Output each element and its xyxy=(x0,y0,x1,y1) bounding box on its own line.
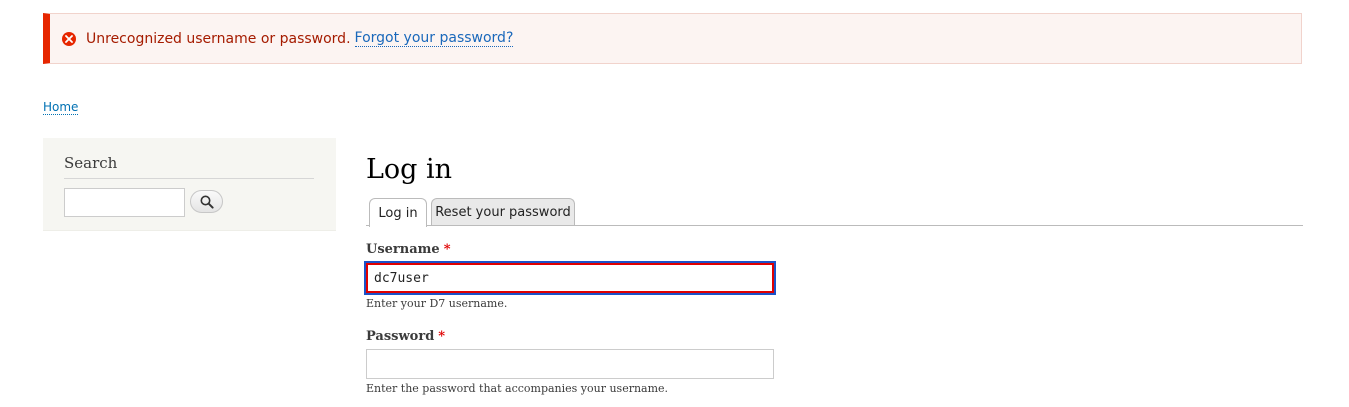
breadcrumb: Home xyxy=(43,100,79,115)
password-required-marker: * xyxy=(438,329,446,344)
password-label-text: Password xyxy=(366,329,435,344)
page-title: Log in xyxy=(366,154,453,185)
username-description: Enter your D7 username. xyxy=(366,297,508,310)
username-label: Username * xyxy=(366,242,451,257)
error-icon xyxy=(62,31,76,46)
username-field[interactable] xyxy=(364,261,776,295)
tab-reset-password[interactable]: Reset your password xyxy=(431,198,575,226)
page: Unrecognized username or password. Forgo… xyxy=(0,0,1349,407)
error-message-text: Unrecognized username or password. xyxy=(86,30,351,47)
breadcrumb-home-link[interactable]: Home xyxy=(43,100,79,115)
search-button[interactable] xyxy=(190,190,223,213)
tab-reset-password-label: Reset your password xyxy=(435,205,571,220)
search-block-title: Search xyxy=(64,154,314,179)
password-field[interactable] xyxy=(366,349,774,379)
tab-log-in[interactable]: Log in xyxy=(369,198,427,227)
search-input[interactable] xyxy=(64,188,185,217)
tabs-divider xyxy=(366,225,1303,226)
search-block: Search xyxy=(43,138,336,231)
username-label-text: Username xyxy=(366,242,440,257)
search-icon xyxy=(200,195,214,209)
username-required-marker: * xyxy=(443,242,451,257)
tab-log-in-label: Log in xyxy=(378,205,418,221)
forgot-password-link[interactable]: Forgot your password? xyxy=(354,30,514,47)
password-description: Enter the password that accompanies your… xyxy=(366,382,669,395)
password-label: Password * xyxy=(366,329,445,344)
error-message: Unrecognized username or password. Forgo… xyxy=(43,13,1302,64)
